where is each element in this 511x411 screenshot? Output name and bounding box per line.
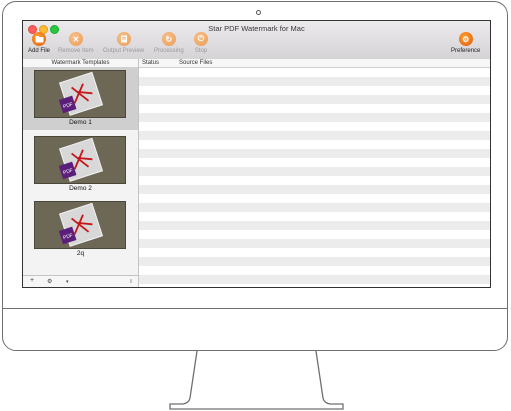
template-name: Demo 2 bbox=[69, 185, 92, 192]
app-window: Star PDF Watermark for Mac Add File ✕ Re… bbox=[22, 20, 491, 288]
resize-handle-icon[interactable]: ⦙⦙ bbox=[130, 279, 132, 285]
templates-toolbar: + ⚙ ▾ ⦙⦙ bbox=[23, 275, 138, 287]
gear-icon[interactable]: ⚙ bbox=[47, 278, 52, 285]
template-name: 2q bbox=[76, 250, 85, 257]
templates-header: Watermark Templates bbox=[23, 59, 138, 68]
status-column-header[interactable]: Status bbox=[142, 59, 159, 67]
table-header: Status Source Files bbox=[139, 59, 490, 68]
preview-icon bbox=[116, 32, 131, 46]
table-rows bbox=[139, 68, 490, 287]
add-file-icon bbox=[32, 32, 46, 46]
watermark-templates-panel: Watermark Templates PDF Demo 1 PDF Demo … bbox=[23, 59, 139, 287]
pdf-thumbnail-icon: PDF bbox=[34, 136, 126, 184]
pdf-thumbnail-icon: PDF bbox=[34, 201, 126, 249]
remove-item-button[interactable]: ✕ Remove Item bbox=[58, 32, 94, 54]
pdf-thumbnail-icon: PDF bbox=[34, 70, 126, 118]
template-name: Demo 1 bbox=[69, 119, 92, 126]
remove-icon: ✕ bbox=[68, 32, 83, 46]
add-template-button[interactable]: + bbox=[30, 277, 34, 284]
template-item[interactable]: PDF 2q bbox=[23, 199, 138, 261]
refresh-icon: ↻ bbox=[161, 32, 176, 46]
output-preview-button[interactable]: Output Preview bbox=[103, 32, 144, 54]
processing-button[interactable]: ↻ Processing bbox=[154, 32, 184, 54]
template-item[interactable]: PDF Demo 2 bbox=[23, 134, 138, 196]
chevron-down-icon[interactable]: ▾ bbox=[66, 279, 69, 285]
preference-button[interactable]: ⚙ Preference bbox=[451, 32, 480, 54]
stop-button[interactable]: ⏻ Stop bbox=[194, 32, 208, 54]
add-file-button[interactable]: Add File bbox=[28, 32, 50, 54]
power-icon: ⏻ bbox=[194, 32, 208, 46]
template-item[interactable]: PDF Demo 1 bbox=[23, 68, 138, 130]
title-bar: Star PDF Watermark for Mac Add File ✕ Re… bbox=[23, 21, 490, 60]
gear-icon: ⚙ bbox=[458, 32, 473, 46]
source-files-table[interactable]: Status Source Files bbox=[139, 59, 490, 287]
source-files-column-header[interactable]: Source Files bbox=[179, 59, 212, 67]
